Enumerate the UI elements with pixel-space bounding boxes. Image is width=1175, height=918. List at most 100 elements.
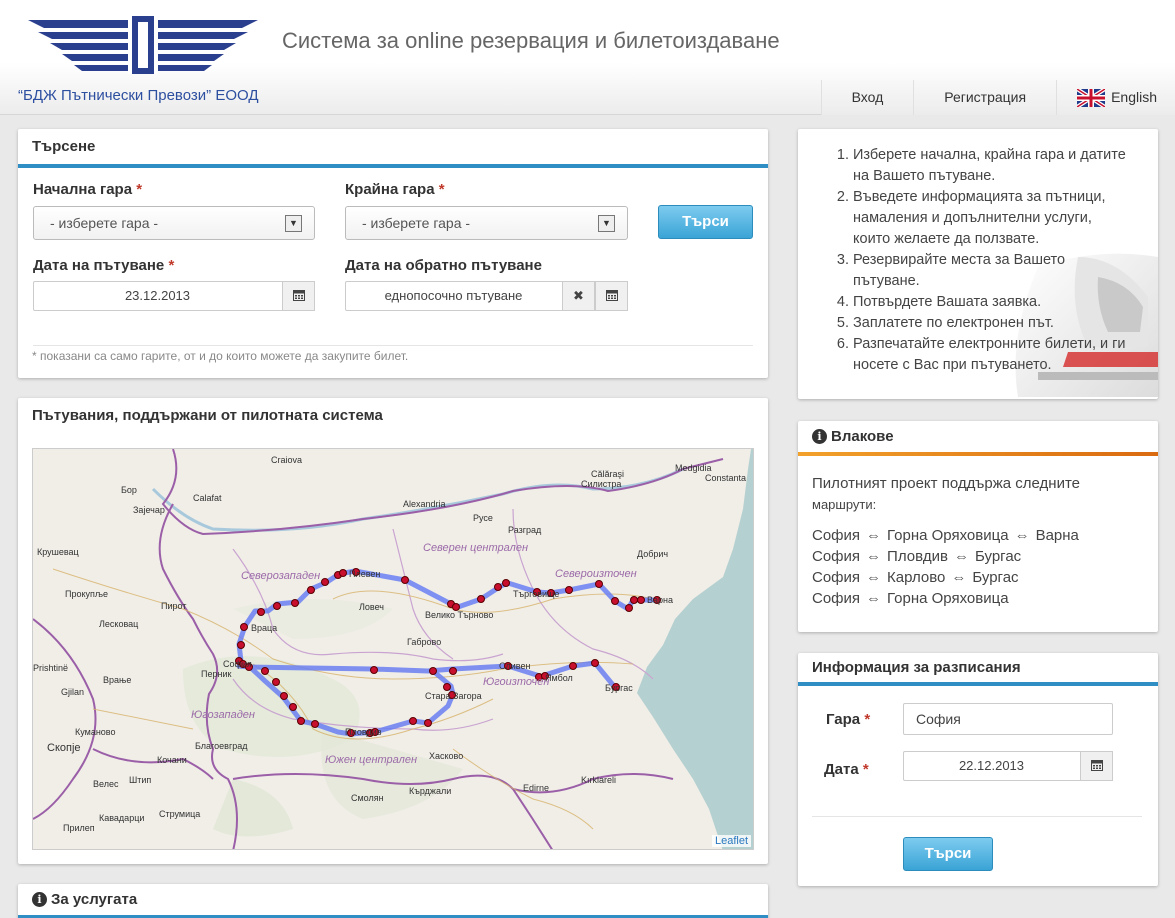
label-shtip: Штип	[129, 775, 151, 785]
routes-intro: Пилотният проект поддържа следните маршру…	[812, 475, 1081, 512]
bdz-logo[interactable]	[28, 14, 258, 74]
site-title: Система за online резервация и билетоизд…	[282, 28, 780, 53]
step-item: Заплатете по електронен път.	[853, 313, 1131, 334]
label-lovech: Ловеч	[359, 602, 384, 612]
dropdown-icon[interactable]: ▼	[598, 215, 615, 232]
header: Система за online резервация и билетоизд…	[0, 0, 1175, 115]
route-item: София ⇔ Карлово ⇔ Бургас	[812, 569, 1019, 586]
region-southwest: Югозападен	[191, 709, 255, 721]
title-bar	[18, 164, 768, 168]
routes-map[interactable]: Craiova Călăraşi Силистра Medgidia Const…	[32, 448, 754, 850]
label-edirne: Edirne	[523, 783, 549, 793]
title-bar	[798, 452, 1158, 456]
step-item: Резервирайте места за Вашето пътуване.	[853, 250, 1131, 292]
station-input[interactable]: София	[903, 703, 1113, 735]
label-zaechar: Зајечар	[133, 505, 165, 515]
label-strumica: Струмица	[159, 809, 200, 819]
return-date-input[interactable]: еднопосочно пътуване ✖	[345, 281, 628, 311]
info-icon: i	[812, 429, 827, 444]
label-prokuplje: Прокупље	[65, 589, 108, 599]
step-item: Изберете начална, крайна гара и датите н…	[853, 145, 1131, 187]
from-station-select[interactable]: - изберете гара - ▼	[33, 206, 315, 240]
map-canvas[interactable]: Craiova Călăraşi Силистра Medgidia Const…	[33, 449, 754, 850]
label-leskovac: Лесковац	[99, 619, 138, 629]
label-craiova: Craiova	[271, 455, 302, 465]
station-label: Гара *	[826, 711, 871, 728]
label-sofia: София	[223, 659, 252, 669]
label-ruse: Русе	[473, 513, 493, 523]
language-switch[interactable]: English	[1056, 80, 1175, 115]
schedule-search-button[interactable]: Търси	[903, 837, 993, 871]
label-targovishte: Търговище	[513, 589, 559, 599]
label-gjilan: Gjilan	[61, 687, 84, 697]
route-item: София ⇔ Горна Оряховица	[812, 590, 1009, 607]
label-kardzhali: Кърджали	[409, 786, 451, 796]
company-name: “БДЖ Пътнически Превози” ЕООД	[18, 87, 259, 104]
title-bar	[798, 682, 1158, 686]
step-item: Въведете информацията за пътници, намале…	[853, 187, 1131, 250]
from-station-value: - изберете гара -	[50, 215, 159, 231]
calendar-icon[interactable]	[1080, 751, 1113, 781]
to-station-value: - изберете гара -	[362, 215, 471, 231]
label-veliko-tarnovo: Велико Търново	[425, 610, 493, 620]
search-title: Търсене	[32, 138, 96, 155]
stations-note: * показани са само гарите, от и до които…	[32, 349, 409, 363]
label-kochani: Кочани	[157, 755, 187, 765]
label-vranje: Врање	[103, 675, 131, 685]
label-kumanovo: Куманово	[75, 727, 116, 737]
label-gabrovo: Габрово	[407, 637, 441, 647]
schedule-panel: Информация за разписания Гара * София Да…	[798, 653, 1158, 886]
leaflet-attribution-link[interactable]: Leaflet	[711, 835, 751, 847]
label-bor: Бор	[121, 485, 137, 495]
label-blagoevgrad: Благоевград	[195, 741, 248, 751]
top-nav: Вход Регистрация English	[820, 80, 1175, 115]
label-calafat: Calafat	[193, 493, 222, 503]
to-label: Крайна гара *	[345, 181, 445, 198]
register-link[interactable]: Регистрация	[913, 80, 1057, 115]
from-label: Начална гара *	[33, 181, 143, 198]
travel-date-input[interactable]: 23.12.2013	[33, 281, 315, 311]
label-haskovo: Хасково	[429, 751, 463, 761]
map-panel: Пътувания, поддържани от пилотната систе…	[18, 398, 768, 864]
language-label: English	[1111, 89, 1157, 105]
label-calarasi: Călăraşi	[591, 469, 624, 479]
date-label: Дата на пътуване *	[33, 257, 175, 274]
label-krushevac: Крушевац	[37, 547, 79, 557]
routes-list: Пилотният проект поддържа следните маршру…	[812, 473, 1080, 609]
to-station-select[interactable]: - изберете гара - ▼	[345, 206, 628, 240]
divider	[812, 816, 1142, 817]
uk-flag-icon	[1077, 88, 1106, 107]
return-date-value: еднопосочно пътуване	[384, 288, 523, 303]
step-item: Разпечатайте електронните билети, и ги н…	[853, 334, 1131, 376]
region-south-central: Южен централен	[325, 754, 417, 766]
divider	[33, 345, 753, 346]
info-icon: i	[32, 892, 47, 907]
travel-date-value: 23.12.2013	[124, 288, 191, 303]
schedule-date-value: 22.12.2013	[958, 758, 1025, 773]
steps-panel: Изберете начална, крайна гара и датите н…	[798, 129, 1158, 399]
trains-panel: i Влакове Пилотният проект поддържа следн…	[798, 421, 1158, 632]
label-constanta: Constanta	[705, 473, 746, 483]
label-varna: Варна	[647, 595, 673, 605]
map-title: Пътувания, поддържани от пилотната систе…	[32, 407, 383, 424]
label-pristina: Prishtinë	[33, 663, 68, 673]
schedule-date-input[interactable]: 22.12.2013	[903, 751, 1113, 781]
clear-date-icon[interactable]: ✖	[562, 281, 595, 311]
dropdown-icon[interactable]: ▼	[285, 215, 302, 232]
steps-list: Изберете начална, крайна гара и датите н…	[831, 145, 1131, 376]
label-vratsa: Враца	[251, 623, 277, 633]
calendar-icon[interactable]	[595, 281, 628, 311]
label-skopje: Скопје	[47, 742, 81, 754]
search-button[interactable]: Търси	[658, 205, 753, 239]
login-link[interactable]: Вход	[820, 80, 914, 115]
route-item: София ⇔ Пловдив ⇔ Бургас	[812, 548, 1022, 565]
label-kirklareli: Kırklareli	[581, 775, 616, 785]
calendar-icon[interactable]	[282, 281, 315, 311]
label-burgas: Бургас	[605, 683, 633, 693]
label-kavadarci: Кавадарци	[99, 813, 144, 823]
label-razgrad: Разград	[508, 525, 542, 535]
label-veles: Велес	[93, 779, 119, 789]
label-smolyan: Смолян	[351, 793, 384, 803]
search-panel: Търсене Начална гара * - изберете гара -…	[18, 129, 768, 378]
label-dobrich: Добрич	[637, 549, 668, 559]
